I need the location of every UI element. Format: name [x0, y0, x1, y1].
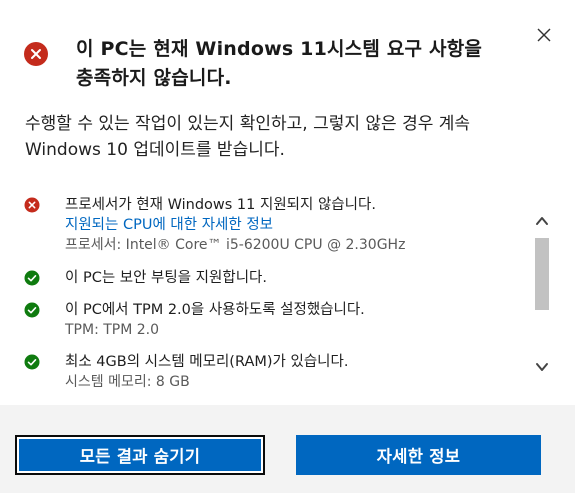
chevron-down-icon[interactable]: [533, 358, 551, 376]
check-title: 이 PC에서 TPM 2.0을 사용하도록 설정했습니다.: [65, 302, 365, 318]
supported-cpu-link[interactable]: 지원되는 CPU에 대한 자세한 정보: [65, 215, 525, 235]
check-detail: 시스템 메모리: 8 GB: [65, 374, 190, 390]
close-button[interactable]: [531, 22, 557, 48]
scroll-thumb[interactable]: [535, 238, 549, 310]
check-detail: 프로세서: Intel® Core™ i5-6200U CPU @ 2.30GH…: [65, 237, 406, 253]
check-title: 이 PC는 보안 부팅을 지원합니다.: [65, 270, 267, 286]
more-info-button[interactable]: 자세한 정보: [296, 435, 541, 475]
dialog-description: 수행할 수 있는 작업이 있는지 확인하고, 그렇지 않은 경우 계속 Wind…: [25, 114, 471, 160]
scrollbar[interactable]: [530, 200, 554, 400]
checkmark-icon: [24, 302, 40, 318]
check-title: 프로세서가 현재 Windows 11 지원되지 않습니다.: [65, 197, 376, 213]
dialog-footer: 모든 결과 숨기기 자세한 정보: [0, 405, 575, 493]
check-results-list: 프로세서가 현재 Windows 11 지원되지 않습니다. 지원되는 CPU에…: [0, 190, 560, 400]
check-detail: TPM: TPM 2.0: [65, 322, 160, 338]
hide-results-button[interactable]: 모든 결과 숨기기: [15, 435, 265, 475]
checkmark-icon: [24, 270, 40, 286]
close-icon: [537, 28, 551, 42]
error-icon: [23, 41, 49, 67]
chevron-up-icon[interactable]: [533, 212, 551, 230]
error-icon: [24, 197, 40, 213]
checkmark-icon: [24, 354, 40, 370]
check-title: 최소 4GB의 시스템 메모리(RAM)가 있습니다.: [65, 354, 349, 370]
dialog-title: 이 PC는 현재 Windows 11시스템 요구 사항을 충족하지 않습니다.: [76, 38, 483, 89]
